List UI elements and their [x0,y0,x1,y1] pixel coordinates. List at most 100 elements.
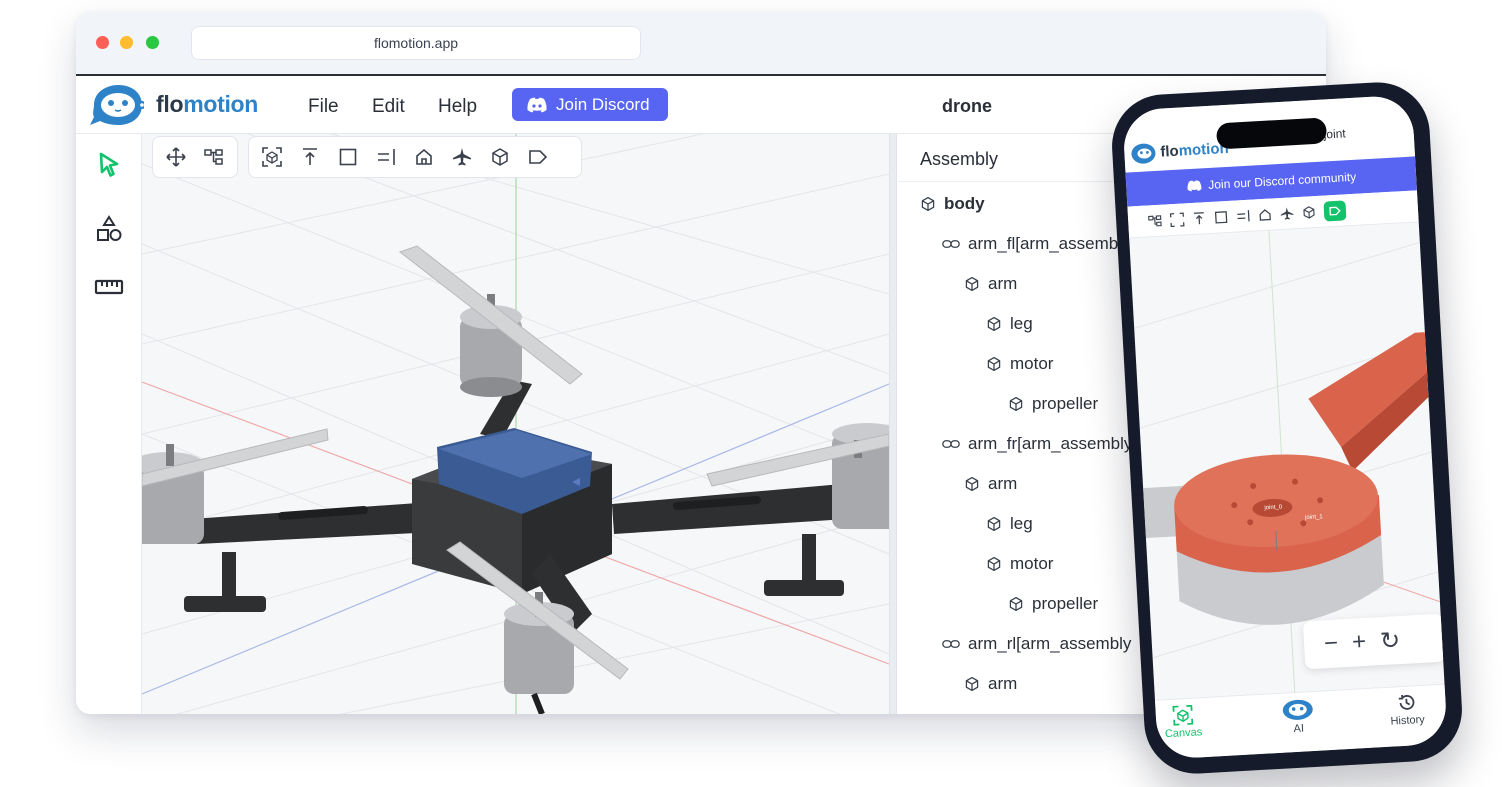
top-view-icon [303,148,317,165]
hierarchy-icon[interactable] [1148,213,1163,228]
fit-view-button[interactable] [255,141,289,173]
address-bar[interactable]: flomotion.app [191,26,641,60]
canvas-icon [1172,704,1193,726]
join-discord-label: Join Discord [556,94,650,114]
tree-part-node[interactable]: leg [986,514,1033,534]
home-view-icon[interactable] [1258,207,1273,222]
part-cube-icon [964,476,980,492]
arm-left[interactable] [142,428,437,612]
front-view-icon [339,148,357,166]
tree-node-label: body [944,194,985,213]
arm-rear-left[interactable] [398,245,583,439]
move-tool-button[interactable] [159,141,193,173]
top-view-button[interactable] [293,141,327,173]
drone-scene[interactable] [142,134,889,714]
arm-right[interactable] [612,423,889,596]
tree-part-node[interactable]: arm [964,274,1017,294]
ai-assistant-icon [1282,699,1313,720]
tag-icon [529,150,548,164]
tree-node-label: arm_fl[arm_assembly [968,234,1131,253]
tree-node-label: propeller [1032,394,1099,413]
menu-file[interactable]: File [308,96,339,118]
transform-toolgroup [152,136,238,178]
plane-view-button[interactable] [445,141,479,173]
tree-part-node[interactable]: arm [964,474,1017,494]
3d-viewport[interactable] [142,134,889,714]
minimize-window-dot[interactable] [120,36,133,49]
discord-icon [527,97,547,112]
home-view-icon [416,148,432,165]
zoom-in-button[interactable]: + [1351,628,1367,657]
tree-assembly-link[interactable]: arm_fr[arm_assembly [942,434,1132,454]
discord-icon [1187,180,1202,192]
iso-cube-icon [492,148,508,166]
phone-title: joint [1323,126,1347,142]
side-view-icon[interactable] [1236,208,1251,223]
part-cube-icon [964,676,980,692]
part-cube-icon [964,276,980,292]
front-view-icon[interactable] [1214,209,1229,224]
part-cube-icon [986,316,1002,332]
fit-view-icon[interactable] [1169,211,1185,227]
iso-cube-icon[interactable] [1302,205,1317,220]
select-cursor-icon [99,152,119,177]
zoom-out-button[interactable]: − [1323,630,1339,659]
front-view-button[interactable] [331,141,365,173]
joint-label-0[interactable]: joint_0 [1263,504,1283,511]
tree-part-node[interactable]: motor [986,354,1053,374]
tree-node-label: arm [988,274,1018,293]
tree-node-label: motor [1010,554,1054,573]
shapes-icon [97,215,122,241]
hierarchy-tool-button[interactable] [197,141,231,173]
tree-part-node[interactable]: body [920,194,985,214]
phone-mockup: flomotion joint Join our Discord communi… [1109,79,1465,777]
fit-view-icon [262,147,282,167]
label-view-button[interactable] [521,141,555,173]
nav-canvas[interactable]: Canvas [1163,704,1202,740]
tree-assembly-link[interactable]: arm_fl[arm_assembly [942,234,1131,254]
part-cube-icon [1008,596,1024,612]
select-tool-button[interactable] [94,150,124,180]
part-cube-icon [1008,396,1024,412]
history-icon [1398,694,1415,710]
iso-view-button[interactable] [483,141,517,173]
move-icon [166,147,186,167]
nav-history[interactable]: History [1389,692,1425,728]
tree-node-label: arm [988,474,1018,493]
part-cube-icon [920,196,936,212]
tree-part-node[interactable]: propeller [1008,394,1098,414]
plane-view-icon[interactable] [1280,206,1295,221]
phone-zoom-controls: − + ↻ [1302,613,1446,670]
joint-label-1[interactable]: joint_1 [1304,514,1324,521]
side-view-button[interactable] [369,141,403,173]
label-toggle-button[interactable] [1323,199,1347,222]
menu-help[interactable]: Help [438,96,477,118]
left-toolbar [76,134,142,714]
link-icon [942,238,960,250]
flomotion-logo [1131,143,1156,164]
menu-edit[interactable]: Edit [372,96,405,118]
tree-part-node[interactable]: motor [986,554,1053,574]
maximize-window-dot[interactable] [146,36,159,49]
measure-tool-button[interactable] [94,272,124,302]
phone-screen: flomotion joint Join our Discord communi… [1122,94,1448,760]
tree-part-node[interactable]: leg [986,314,1033,334]
tree-node-label: arm_rl[arm_assembly [968,634,1132,653]
nav-ai[interactable]: AI [1281,698,1315,736]
nav-canvas-label: Canvas [1164,726,1203,741]
plane-view-icon [453,148,471,166]
tree-part-node[interactable]: propeller [1008,594,1098,614]
reset-view-button[interactable]: ↻ [1379,626,1401,656]
phone-banner-label: Join our Discord community [1207,169,1357,193]
tree-assembly-link[interactable]: arm_rl[arm_assembly [942,634,1131,654]
top-view-icon[interactable] [1192,211,1207,226]
close-window-dot[interactable] [96,36,109,49]
join-discord-button[interactable]: Join Discord [512,88,668,121]
panel-splitter[interactable] [889,134,897,714]
nav-history-label: History [1390,713,1426,728]
shapes-tool-button[interactable] [94,214,124,244]
drone-body[interactable] [412,428,612,594]
part-cube-icon [986,356,1002,372]
home-view-button[interactable] [407,141,441,173]
tree-part-node[interactable]: arm [964,674,1017,694]
